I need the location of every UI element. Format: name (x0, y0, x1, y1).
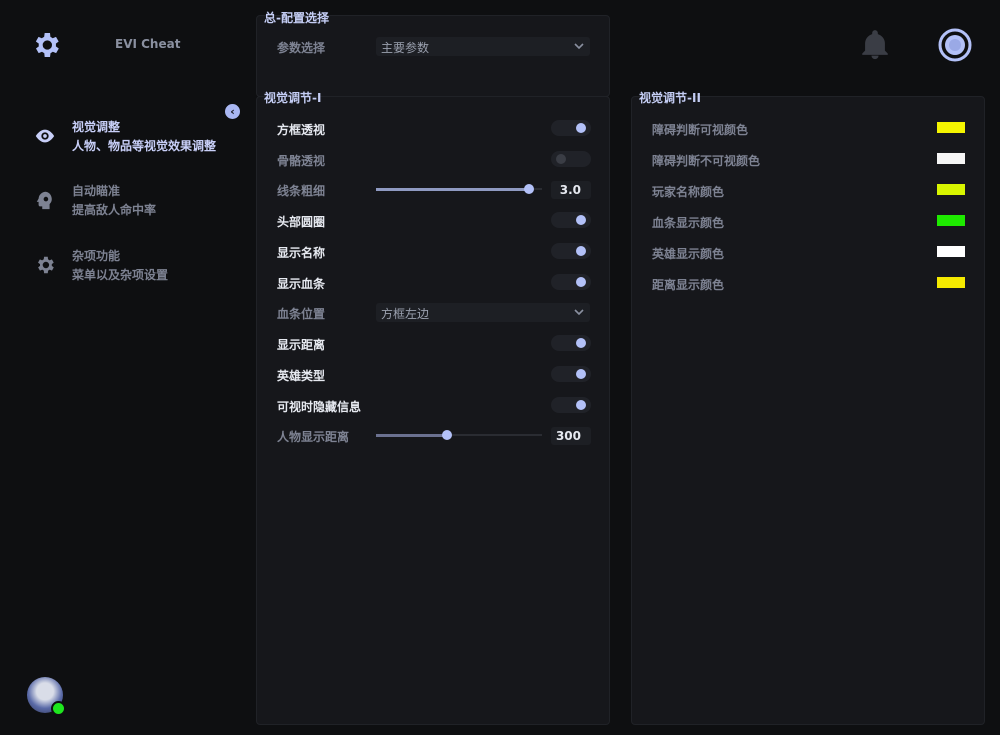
hide-info-visible-label: 可视时隐藏信息 (277, 400, 362, 414)
player-distance-value: 300 (555, 429, 581, 443)
box-esp-toggle[interactable] (551, 120, 591, 136)
color-swatch[interactable] (937, 153, 965, 164)
color-swatch[interactable] (937, 246, 965, 257)
eye-icon (35, 129, 55, 143)
visual-panel-2: 障碍判断可视颜色 障碍判断不可视颜色 玩家名称颜色 血条显示颜色 英雄显示颜色 … (631, 96, 985, 725)
show-name-toggle[interactable] (551, 243, 591, 259)
sidebar-item-visual[interactable]: 视觉调整 人物、物品等视觉效果调整 (30, 118, 230, 158)
param-select-value: 主要参数 (381, 41, 430, 55)
health-position-value: 方框左边 (381, 307, 430, 321)
slider-thumb[interactable] (442, 430, 453, 440)
sidebar-item-subtitle: 人物、物品等视觉效果调整 (72, 139, 217, 153)
ring-icon[interactable] (937, 27, 973, 63)
show-health-toggle[interactable] (551, 274, 591, 290)
line-width-value: 3.0 (559, 183, 581, 197)
color-swatch[interactable] (937, 215, 965, 226)
skeleton-esp-label: 骨骼透视 (277, 154, 326, 168)
chevron-down-icon (574, 43, 584, 50)
head-circle-label: 头部圆圈 (277, 215, 326, 229)
show-name-label: 显示名称 (277, 246, 326, 260)
health-position-select[interactable]: 方框左边 (376, 303, 590, 322)
skeleton-esp-toggle[interactable] (551, 151, 591, 167)
line-width-slider[interactable] (376, 183, 542, 195)
color-row-label: 血条显示颜色 (652, 216, 725, 230)
visual-panel-2-title: 视觉调节-II (639, 91, 701, 105)
sidebar-collapse-button[interactable]: ‹ (225, 104, 240, 119)
sidebar-item-title: 视觉调整 (72, 120, 121, 134)
chevron-down-icon (574, 309, 584, 316)
slider-thumb[interactable] (523, 184, 534, 194)
head-gear-icon (36, 191, 52, 210)
color-swatch[interactable] (937, 184, 965, 195)
chevron-left-icon: ‹ (230, 105, 235, 118)
health-position-label: 血条位置 (277, 307, 326, 321)
bell-icon[interactable] (858, 28, 892, 62)
config-panel-title: 总-配置选择 (264, 11, 329, 25)
hide-info-visible-toggle[interactable] (551, 397, 591, 413)
color-row-label: 玩家名称颜色 (652, 185, 725, 199)
config-panel: 参数选择 主要参数 (256, 15, 610, 97)
color-row-label: 英雄显示颜色 (652, 247, 725, 261)
line-width-value-box[interactable]: 3.0 (551, 181, 591, 199)
visual-panel-1-title: 视觉调节-I (264, 91, 322, 105)
head-circle-toggle[interactable] (551, 212, 591, 228)
gear-icon (38, 256, 54, 274)
color-row-label: 障碍判断可视颜色 (652, 123, 749, 137)
color-row-label: 障碍判断不可视颜色 (652, 154, 761, 168)
sidebar-item-subtitle: 菜单以及杂项设置 (72, 268, 169, 282)
sidebar-item-title: 自动瞄准 (72, 184, 121, 198)
player-distance-slider[interactable] (376, 429, 542, 441)
color-swatch[interactable] (937, 277, 965, 288)
hero-type-toggle[interactable] (551, 366, 591, 382)
hero-type-label: 英雄类型 (277, 369, 326, 383)
show-distance-toggle[interactable] (551, 335, 591, 351)
box-esp-label: 方框透视 (277, 123, 326, 137)
sidebar-item-aimbot[interactable]: 自动瞄准 提高敌人命中率 (30, 182, 230, 222)
param-select[interactable]: 主要参数 (376, 37, 590, 56)
param-select-label: 参数选择 (277, 41, 326, 55)
sidebar-item-misc[interactable]: 杂项功能 菜单以及杂项设置 (30, 247, 230, 287)
player-distance-value-box[interactable]: 300 (551, 427, 591, 445)
app-title: EVI Cheat (115, 37, 181, 51)
show-health-label: 显示血条 (277, 277, 326, 291)
visual-panel-1: 方框透视 骨骼透视 线条粗细 3.0 头部圆圈 显示名称 显示血条 血条位置 方… (256, 96, 610, 725)
app-logo-gear-icon (35, 33, 59, 57)
player-distance-label: 人物显示距离 (277, 430, 350, 444)
color-row-label: 距离显示颜色 (652, 278, 725, 292)
online-status-dot (51, 701, 66, 716)
sidebar-item-subtitle: 提高敌人命中率 (72, 203, 157, 217)
show-distance-label: 显示距离 (277, 338, 326, 352)
sidebar-item-title: 杂项功能 (72, 249, 121, 263)
line-width-label: 线条粗细 (277, 184, 326, 198)
color-swatch[interactable] (937, 122, 965, 133)
